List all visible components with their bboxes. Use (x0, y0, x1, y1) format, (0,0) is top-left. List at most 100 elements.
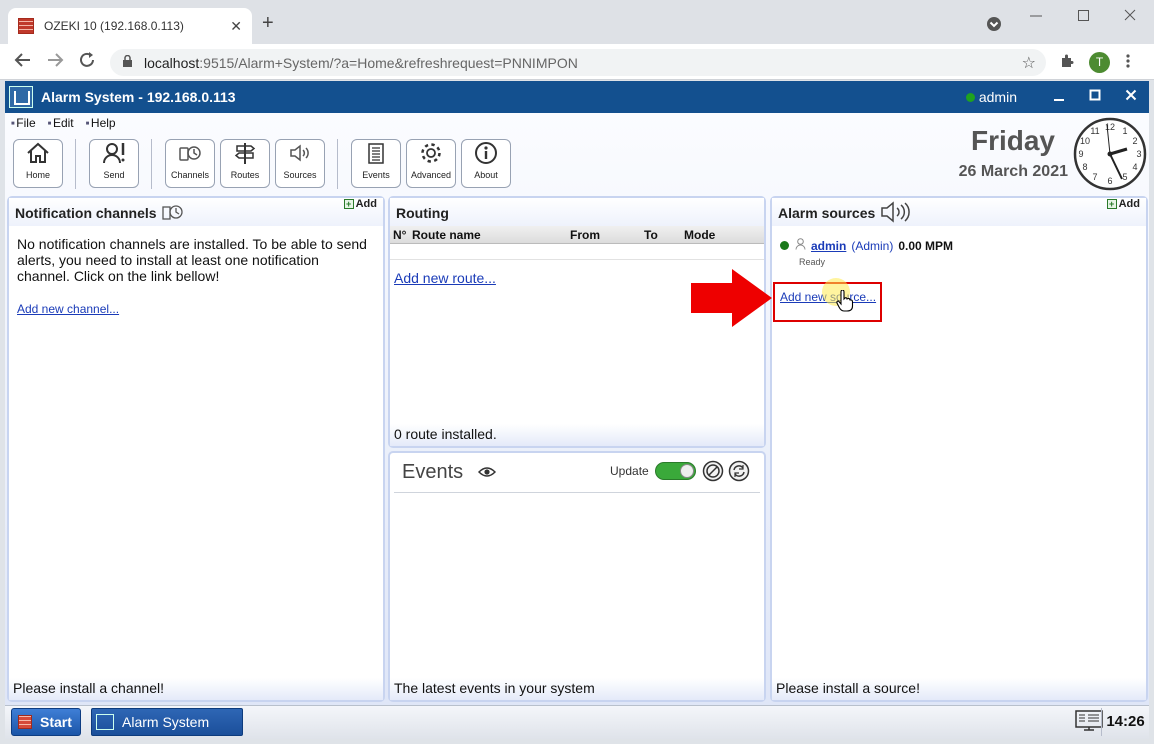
svg-text:5: 5 (1122, 172, 1127, 182)
svg-text:3: 3 (1136, 149, 1141, 159)
toolbar-separator (337, 139, 338, 189)
menu-file[interactable]: File (11, 116, 35, 130)
routing-panel-footer: 0 route installed. (390, 424, 764, 446)
tab-close-icon[interactable]: ✕ (230, 18, 242, 35)
source-online-icon (780, 241, 789, 250)
channels-label: Channels (170, 170, 210, 180)
col-route-name: Route name (412, 228, 481, 242)
update-toggle[interactable] (655, 462, 696, 480)
app-body: File Edit Help Home Send Channels Routes… (5, 113, 1149, 705)
lock-icon[interactable] (122, 54, 134, 71)
routes-button[interactable]: Routes (220, 139, 270, 188)
routes-signpost-icon (221, 140, 269, 170)
about-button[interactable]: About (461, 139, 511, 188)
sources-panel-header: Alarm sources (772, 198, 1146, 226)
toolbar-separator (151, 139, 152, 189)
home-icon (14, 140, 62, 170)
routes-label: Routes (230, 170, 260, 180)
app-title-bar: Alarm System - 192.168.0.113 admin (5, 81, 1149, 113)
add-channel-button[interactable]: + Add (343, 198, 377, 210)
clear-events-icon[interactable] (702, 460, 724, 485)
channels-panel-header: Notification channels (9, 198, 383, 226)
forward-icon[interactable] (46, 51, 64, 74)
eye-icon[interactable] (477, 465, 497, 482)
add-new-channel-link[interactable]: Add new channel... (17, 302, 119, 316)
alarm-sources-panel: Alarm sources + Add admin (Admin) 0.00 MP… (770, 196, 1148, 702)
add-new-route-link[interactable]: Add new route... (394, 270, 496, 286)
desktop-monitor-icon[interactable] (1075, 710, 1103, 737)
send-label: Send (103, 170, 125, 180)
events-panel-footer: The latest events in your system (390, 678, 764, 700)
window-close-icon[interactable] (1124, 6, 1136, 31)
profile-avatar[interactable]: T (1089, 52, 1110, 73)
home-label: Home (25, 170, 50, 180)
app-minimize-icon[interactable] (1041, 88, 1077, 106)
info-icon (462, 140, 510, 170)
bookmark-star-icon[interactable]: ☆ (1022, 53, 1036, 73)
user-icon (795, 238, 806, 253)
plus-icon: + (1106, 199, 1117, 209)
taskbar-clock: 14:26 (1101, 708, 1149, 736)
add-source-button[interactable]: + Add (1106, 198, 1140, 210)
routes-table-empty-row (390, 244, 764, 260)
browser-tab[interactable]: OZEKI 10 (192.168.0.113) ✕ (8, 8, 252, 44)
about-label: About (474, 170, 498, 180)
online-status-icon (965, 92, 975, 102)
extensions-icon[interactable] (1059, 53, 1075, 73)
source-role: (Admin) (851, 238, 894, 253)
sources-speaker-icon (276, 140, 324, 170)
new-tab-icon[interactable]: + (262, 12, 274, 35)
events-list-icon (352, 140, 400, 170)
toolbar-separator (75, 139, 76, 189)
hand-cursor-icon (836, 289, 854, 315)
app-close-icon[interactable] (1113, 88, 1149, 106)
reload-icon[interactable] (78, 51, 96, 74)
refresh-events-icon[interactable] (728, 460, 750, 485)
channels-button[interactable]: Channels (165, 139, 215, 188)
events-button[interactable]: Events (351, 139, 401, 188)
svg-text:1: 1 (1122, 126, 1127, 136)
source-status: Ready (799, 257, 826, 267)
current-day: Friday (970, 125, 1055, 156)
tab-title: OZEKI 10 (192.168.0.113) (44, 19, 184, 33)
events-panel: Events Update The latest events in your … (388, 451, 766, 702)
svg-text:7: 7 (1092, 172, 1097, 182)
minimize-icon[interactable] (1030, 6, 1042, 31)
col-from: From (570, 228, 600, 242)
current-user[interactable]: admin (965, 89, 1017, 105)
start-button[interactable]: Start (11, 708, 81, 736)
notification-channels-panel: Notification channels + Add No notificati… (7, 196, 385, 702)
address-bar[interactable]: localhost:9515/Alarm+System/?a=Home&refr… (110, 49, 1046, 76)
source-item[interactable]: admin (Admin) 0.00 MPM (772, 226, 1146, 253)
source-admin-link[interactable]: admin (811, 239, 846, 253)
advanced-button[interactable]: Advanced (406, 139, 456, 188)
browser-menu-icon[interactable] (1126, 53, 1130, 73)
back-icon[interactable] (14, 51, 32, 74)
url-text[interactable]: localhost:9515/Alarm+System/?a=Home&refr… (144, 55, 1022, 71)
tab-search-icon[interactable] (986, 16, 1002, 37)
alarm-system-task-icon (96, 714, 114, 730)
taskbar-alarm-system[interactable]: Alarm System (91, 708, 243, 736)
svg-text:4: 4 (1132, 162, 1137, 172)
source-rate: 0.00 MPM (898, 238, 954, 253)
menu-bar: File Edit Help (11, 116, 116, 130)
routing-panel-header: Routing (390, 198, 764, 226)
current-user-name: admin (978, 89, 1017, 105)
toggle-knob (680, 464, 694, 478)
maximize-icon[interactable] (1078, 6, 1090, 31)
send-person-icon (90, 140, 138, 170)
channels-empty-message: No notification channels are installed. … (17, 236, 367, 284)
sources-label: Sources (283, 170, 317, 180)
browser-toolbar: localhost:9515/Alarm+System/?a=Home&refr… (0, 44, 1154, 80)
menu-help[interactable]: Help (86, 116, 116, 130)
routing-panel-title: Routing (396, 205, 449, 221)
svg-text:10: 10 (1080, 136, 1090, 146)
sources-button[interactable]: Sources (275, 139, 325, 188)
plus-icon: + (343, 199, 354, 209)
menu-edit[interactable]: Edit (48, 116, 74, 130)
home-button[interactable]: Home (13, 139, 63, 188)
svg-text:6: 6 (1107, 176, 1112, 186)
app-maximize-icon[interactable] (1077, 88, 1113, 106)
red-arrow-annotation-icon (691, 269, 772, 327)
send-button[interactable]: Send (89, 139, 139, 188)
